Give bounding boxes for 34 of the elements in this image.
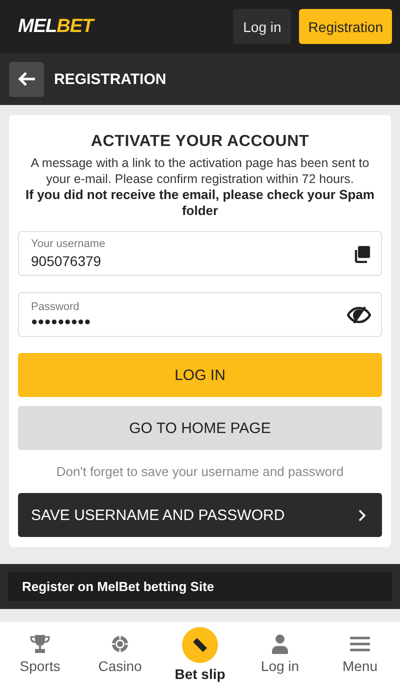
logo[interactable]: MELBET [18, 16, 94, 38]
nav-item[interactable]: Bet slip [165, 627, 235, 682]
login-button[interactable]: Log in [233, 9, 292, 44]
field-value: ●●●●●●●●● [31, 316, 91, 328]
message-text: A message with a link to the activation page has been sent to your e-mail. Please confirm registration within 72 hours. [30, 155, 370, 187]
nav-item[interactable]: Casino [85, 633, 155, 674]
copy-icon[interactable] [353, 244, 371, 262]
ticket-icon [192, 637, 208, 653]
back-arrow-icon [18, 72, 36, 86]
casino-chip-icon [111, 635, 129, 653]
notice-text: If you did not receive the email, please check your Spam folder [24, 187, 376, 219]
info-banner[interactable]: Register on MelBet betting Site [0, 564, 400, 609]
menu-icon [350, 636, 370, 652]
hint-text: Don't forget to save your username and password [55, 464, 345, 479]
trophy-icon [30, 634, 50, 654]
banner-text: Register on MelBet betting Site [21, 579, 214, 594]
user-icon [271, 634, 289, 654]
field-label: Your username [31, 238, 106, 250]
back-button[interactable] [9, 62, 44, 96]
save-credentials-button[interactable]: SAVE USERNAME AND PASSWORD [18, 493, 382, 537]
input-field[interactable]: Your username 905076379 [18, 231, 382, 276]
input-field[interactable]: Password ●●●●●●●●● [18, 292, 382, 337]
hidden-eye-icon[interactable] [347, 306, 371, 324]
nav-item[interactable]: Log in [245, 633, 315, 674]
nav-item[interactable]: Menu [325, 633, 395, 674]
page-title: REGISTRATION [54, 70, 166, 88]
card-title: ACTIVATE YOUR ACCOUNT [90, 133, 310, 151]
registration-button[interactable]: Registration [299, 9, 392, 44]
login-button[interactable]: LOG IN [18, 353, 382, 397]
chevron-right-icon [358, 508, 366, 522]
home-button[interactable]: GO TO HOME PAGE [18, 406, 382, 450]
nav-item[interactable]: Sports [5, 633, 75, 674]
field-label: Password [31, 301, 80, 313]
field-value: 905076379 [31, 253, 102, 269]
